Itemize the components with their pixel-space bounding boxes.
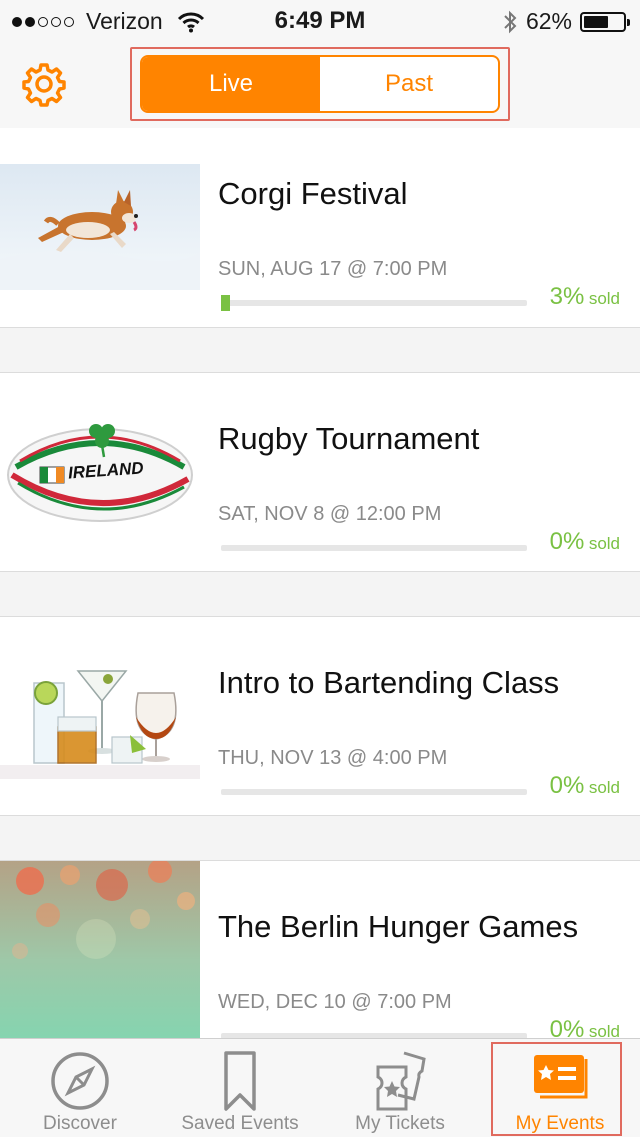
sold-progress-bar xyxy=(221,789,527,795)
event-title: Corgi Festival xyxy=(218,176,408,211)
list-spacer xyxy=(0,572,640,616)
segment-past[interactable]: Past xyxy=(320,57,498,111)
sold-progress-bar xyxy=(221,295,527,311)
event-title: The Berlin Hunger Games xyxy=(218,909,579,944)
tab-my-tickets[interactable]: My Tickets xyxy=(320,1039,480,1137)
event-image-cocktails xyxy=(0,653,200,779)
event-card[interactable]: The Berlin Hunger Games WED, DEC 10 @ 7:… xyxy=(0,860,640,1038)
battery-percent: 62% xyxy=(525,8,572,34)
event-card[interactable]: IRELAND Rugby Tournament SAT, NOV 8 @ 12… xyxy=(0,372,640,572)
sold-percentage: 0% sold xyxy=(550,528,620,556)
bluetooth-icon xyxy=(504,10,517,33)
event-list[interactable]: Corgi Festival SUN, AUG 17 @ 7:00 PM 3% … xyxy=(0,128,640,1038)
event-date: THU, NOV 13 @ 4:00 PM xyxy=(218,747,448,769)
sold-pct: 0% xyxy=(549,1016,585,1038)
sold-suffix: sold xyxy=(588,778,620,797)
tab-saved-events[interactable]: Saved Events xyxy=(160,1039,320,1137)
event-image-rugby-ball: IRELAND xyxy=(0,409,200,535)
sold-progress-fill xyxy=(221,295,230,311)
event-title: Intro to Bartending Class xyxy=(218,665,560,700)
event-card[interactable]: Corgi Festival SUN, AUG 17 @ 7:00 PM 3% … xyxy=(0,128,640,328)
compass-icon xyxy=(51,1052,109,1110)
sold-percentage: 0% sold xyxy=(550,1016,620,1038)
sold-pct: 3% xyxy=(549,283,585,310)
event-image-bokeh xyxy=(0,861,200,1038)
event-date: WED, DEC 10 @ 7:00 PM xyxy=(218,991,452,1013)
tab-label: Saved Events xyxy=(181,1113,299,1134)
live-past-segmented-control[interactable]: Live Past xyxy=(140,55,500,113)
sold-suffix: sold xyxy=(588,534,620,553)
tab-label: Discover xyxy=(43,1113,117,1134)
sold-pct: 0% xyxy=(549,528,585,555)
event-date: SAT, NOV 8 @ 12:00 PM xyxy=(218,503,442,525)
status-bar: Verizon 6:49 PM 62% xyxy=(0,0,640,40)
settings-gear-icon[interactable] xyxy=(20,60,68,108)
event-card[interactable]: Intro to Bartending Class THU, NOV 13 @ … xyxy=(0,616,640,816)
sold-progress-bar xyxy=(221,545,527,551)
nav-header: Live Past xyxy=(0,40,640,129)
sold-percentage: 0% sold xyxy=(550,772,620,800)
event-image-corgi xyxy=(0,164,200,290)
list-spacer xyxy=(0,816,640,860)
tab-label: My Tickets xyxy=(355,1113,445,1134)
battery-icon xyxy=(580,11,630,32)
event-title: Rugby Tournament xyxy=(218,421,480,456)
segment-live[interactable]: Live xyxy=(142,57,320,111)
tab-highlight-outline xyxy=(491,1042,622,1136)
sold-percentage: 3% sold xyxy=(550,283,620,311)
sold-suffix: sold xyxy=(588,1022,620,1038)
sold-pct: 0% xyxy=(549,772,585,799)
sold-suffix: sold xyxy=(588,289,620,308)
tickets-icon xyxy=(376,1051,426,1111)
bookmark-icon xyxy=(224,1051,256,1111)
tab-discover[interactable]: Discover xyxy=(0,1039,160,1137)
list-spacer xyxy=(0,328,640,372)
event-date: SUN, AUG 17 @ 7:00 PM xyxy=(218,258,448,280)
